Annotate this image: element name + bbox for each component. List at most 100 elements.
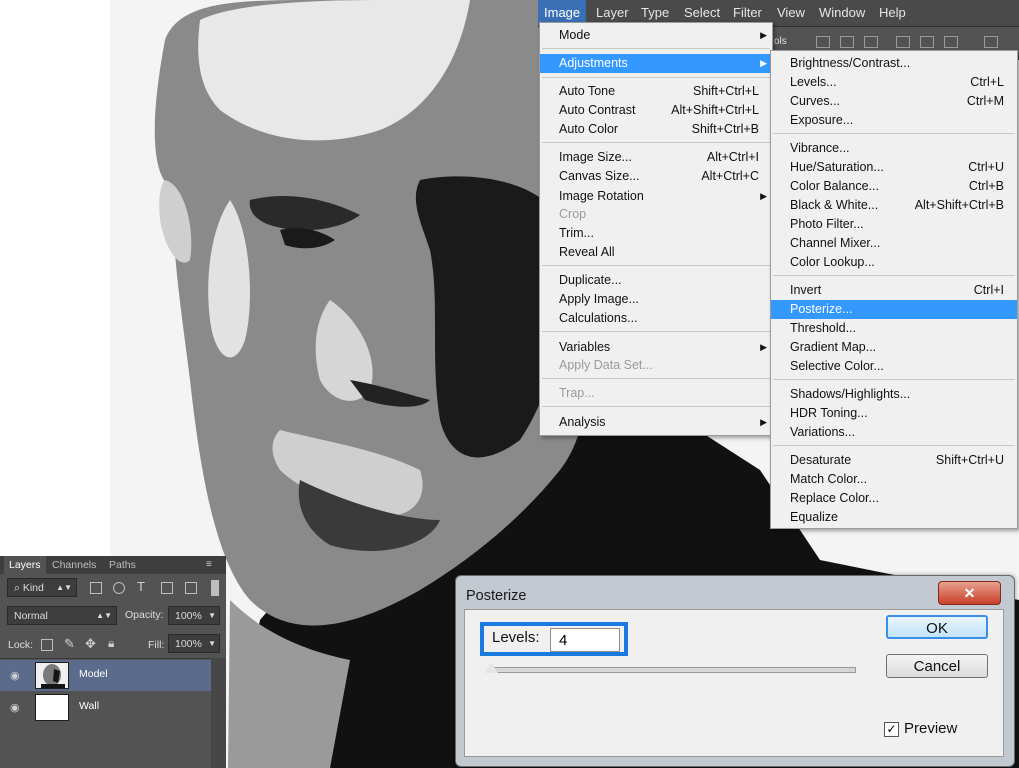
menu-item-brightness-contrast[interactable]: Brightness/Contrast... [771, 54, 1017, 73]
close-button[interactable]: ✕ [938, 581, 1001, 605]
menu-item-calculations[interactable]: Calculations... [540, 309, 772, 328]
tab-paths[interactable]: Paths [104, 556, 141, 574]
align-bottom-icon[interactable] [864, 36, 878, 48]
adjustment-filter-icon[interactable] [113, 582, 125, 594]
fill-field[interactable]: 100% ▼ [168, 634, 220, 653]
menu-item-channel-mixer[interactable]: Channel Mixer... [771, 234, 1017, 253]
align-right-icon[interactable] [944, 36, 958, 48]
tab-channels[interactable]: Channels [47, 556, 101, 574]
menu-item-hdr-toning[interactable]: HDR Toning... [771, 404, 1017, 423]
menu-separator [542, 378, 770, 379]
submenu-arrow-icon: ▶ [760, 58, 767, 68]
menu-item-desaturate[interactable]: Desaturate Shift+Ctrl+U [771, 451, 1017, 470]
distribute-icon[interactable] [984, 36, 998, 48]
visibility-eye-icon[interactable]: ◉ [10, 701, 24, 714]
menu-separator [773, 133, 1015, 134]
menu-item-posterize[interactable]: Posterize... [771, 300, 1017, 319]
menu-item-color-lookup[interactable]: Color Lookup... [771, 253, 1017, 272]
menu-item-trim[interactable]: Trim... [540, 224, 772, 243]
preview-checkbox[interactable]: ✓ [884, 722, 899, 737]
menu-help[interactable]: Help [873, 0, 912, 26]
ok-button[interactable]: OK [886, 615, 988, 639]
levels-slider-thumb[interactable] [483, 662, 498, 673]
menu-item-vibrance[interactable]: Vibrance... [771, 139, 1017, 158]
menu-item-black-white[interactable]: Black & White... Alt+Shift+Ctrl+B [771, 196, 1017, 215]
menu-item-selective-color[interactable]: Selective Color... [771, 357, 1017, 376]
menu-item-variations[interactable]: Variations... [771, 423, 1017, 442]
search-icon: ⌕ [14, 582, 20, 594]
panel-menu-icon[interactable]: ≡ [206, 559, 212, 570]
menu-item-crop: Crop [559, 207, 587, 221]
tab-layers[interactable]: Layers [4, 556, 46, 574]
menu-item-adjustments[interactable]: Adjustments ▶ [540, 54, 772, 73]
menu-separator [542, 406, 770, 407]
menu-item-shadows-highlights[interactable]: Shadows/Highlights... [771, 385, 1017, 404]
menu-item-equalize[interactable]: Equalize [771, 508, 1017, 527]
layer-row-model[interactable]: ◉ Model [0, 660, 211, 691]
menu-item-reveal-all[interactable]: Reveal All [540, 243, 772, 262]
menu-item-threshold[interactable]: Threshold... [771, 319, 1017, 338]
menu-item-variables[interactable]: Variables ▶ [540, 338, 772, 357]
visibility-eye-icon[interactable]: ◉ [10, 669, 24, 682]
layer-name: Model [79, 668, 108, 680]
layer-row-wall[interactable]: ◉ Wall [0, 692, 211, 723]
menu-item-color-balance[interactable]: Color Balance... Ctrl+B [771, 177, 1017, 196]
menu-item-photo-filter[interactable]: Photo Filter... [771, 215, 1017, 234]
lock-position-move-icon[interactable]: ✥ [85, 636, 96, 652]
menu-item-curves[interactable]: Curves... Ctrl+M [771, 92, 1017, 111]
shape-filter-icon[interactable] [161, 582, 173, 594]
dialog-body: Levels: OK Cancel ✓ Preview [464, 609, 1004, 757]
menu-item-analysis[interactable]: Analysis ▶ [540, 413, 772, 432]
align-top-icon[interactable] [816, 36, 830, 48]
menu-item-replace-color[interactable]: Replace Color... [771, 489, 1017, 508]
align-vcenter-icon[interactable] [840, 36, 854, 48]
smart-object-filter-icon[interactable] [185, 582, 197, 594]
menu-separator [542, 77, 770, 78]
layers-scrollbar[interactable] [211, 658, 226, 768]
menu-item-auto-contrast[interactable]: Auto Contrast Alt+Shift+Ctrl+L [540, 101, 772, 120]
blend-mode-select[interactable]: Normal ▲▼ [7, 606, 117, 625]
levels-slider-track[interactable] [488, 667, 856, 673]
pixel-filter-icon[interactable] [90, 582, 102, 594]
menu-item-duplicate[interactable]: Duplicate... [540, 271, 772, 290]
menu-item-gradient-map[interactable]: Gradient Map... [771, 338, 1017, 357]
submenu-arrow-icon: ▶ [760, 191, 767, 201]
lock-all-icon[interactable]: 🔒︎ [108, 636, 114, 651]
menu-item-auto-color[interactable]: Auto Color Shift+Ctrl+B [540, 120, 772, 139]
cancel-button[interactable]: Cancel [886, 654, 988, 678]
menu-item-levels[interactable]: Levels... Ctrl+L [771, 73, 1017, 92]
chevron-down-icon: ▼ [208, 611, 216, 620]
type-filter-icon[interactable]: T [137, 579, 145, 594]
filter-toggle-icon[interactable] [211, 580, 219, 596]
menu-item-mode[interactable]: Mode ▶ [540, 26, 772, 45]
layer-name: Wall [79, 700, 100, 712]
lock-transparent-icon[interactable] [41, 639, 53, 651]
menu-item-canvas-size[interactable]: Canvas Size... Alt+Ctrl+C [540, 167, 772, 186]
align-left-icon[interactable] [896, 36, 910, 48]
menu-item-apply-image[interactable]: Apply Image... [540, 290, 772, 309]
lock-image-brush-icon[interactable]: ✎ [64, 636, 75, 652]
fill-label: Fill: [148, 639, 165, 651]
menu-item-image-size[interactable]: Image Size... Alt+Ctrl+I [540, 148, 772, 167]
filter-kind-select[interactable]: ⌕ Kind ▲▼ [7, 578, 77, 597]
submenu-arrow-icon: ▶ [760, 417, 767, 427]
options-bar-label: ols [774, 36, 787, 47]
align-hcenter-icon[interactable] [920, 36, 934, 48]
menu-window[interactable]: Window [813, 0, 871, 26]
menu-item-image-rotation[interactable]: Image Rotation ▶ [540, 187, 772, 206]
chevron-updown-icon: ▲▼ [56, 583, 72, 592]
levels-input[interactable] [550, 628, 620, 652]
checkmark-icon: ✓ [886, 722, 897, 736]
opacity-field[interactable]: 100% ▼ [168, 606, 220, 625]
opacity-label: Opacity: [125, 609, 164, 621]
menu-item-match-color[interactable]: Match Color... [771, 470, 1017, 489]
menu-item-exposure[interactable]: Exposure... [771, 111, 1017, 130]
portrait-thumbnail-icon [36, 663, 68, 688]
menu-item-hue-saturation[interactable]: Hue/Saturation... Ctrl+U [771, 158, 1017, 177]
menu-view[interactable]: View [771, 0, 811, 26]
menu-item-invert[interactable]: Invert Ctrl+I [771, 281, 1017, 300]
posterize-dialog: Posterize ✕ Levels: OK Cancel ✓ Preview [455, 575, 1015, 767]
menu-separator [542, 142, 770, 143]
menu-item-auto-tone[interactable]: Auto Tone Shift+Ctrl+L [540, 82, 772, 101]
menu-separator [542, 331, 770, 332]
